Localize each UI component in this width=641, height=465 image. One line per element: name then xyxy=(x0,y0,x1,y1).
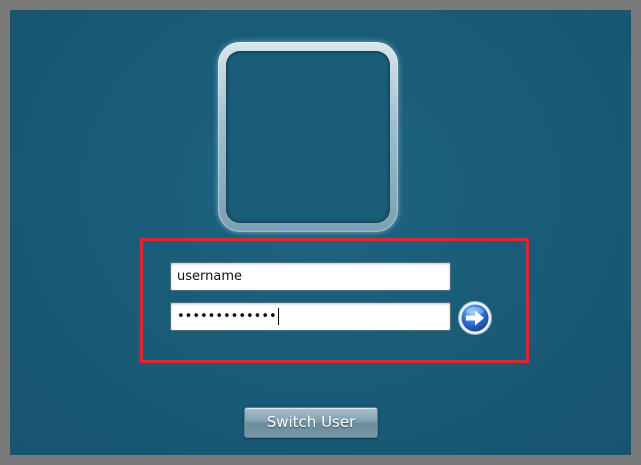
username-input[interactable]: username xyxy=(170,262,451,291)
user-avatar-placeholder xyxy=(226,51,390,223)
username-value: username xyxy=(177,269,242,284)
password-mask: ••••••••••••• xyxy=(177,309,277,324)
window-frame: username ••••••••••••• Switch User xyxy=(0,0,641,465)
text-caret xyxy=(277,308,279,325)
user-avatar-frame xyxy=(218,42,398,232)
arrow-right-circle-icon xyxy=(458,301,492,335)
password-input[interactable]: ••••••••••••• xyxy=(170,302,451,331)
submit-button[interactable] xyxy=(457,300,493,336)
switch-user-button[interactable]: Switch User xyxy=(244,407,378,438)
logon-screen: username ••••••••••••• Switch User xyxy=(10,10,631,455)
